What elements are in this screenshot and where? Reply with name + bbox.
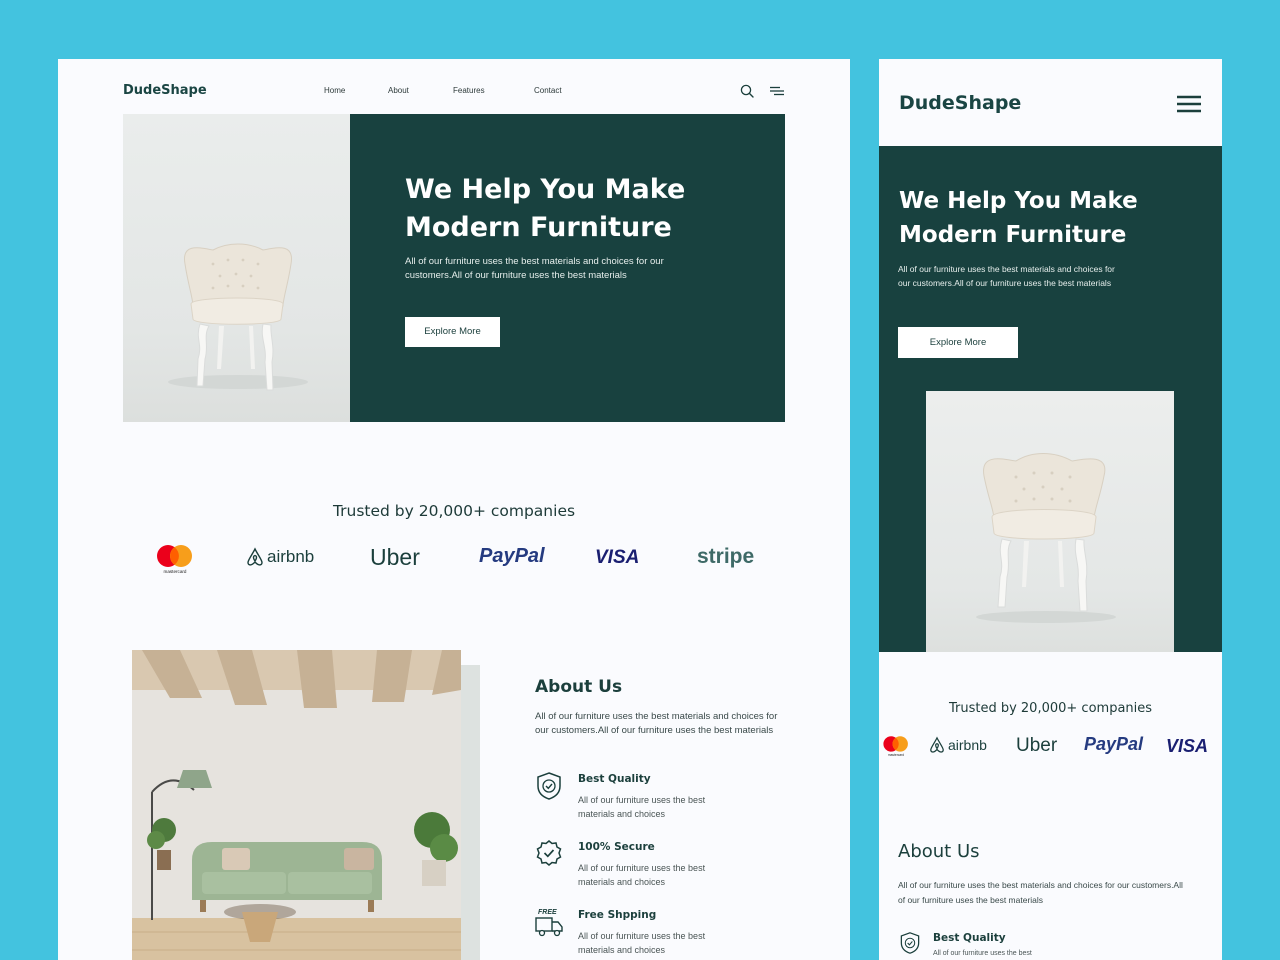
feature-secure: 100% Secure All of our furniture uses th…	[535, 839, 785, 889]
mobile-hero-chair-image	[926, 391, 1174, 652]
mobile-feature-title: Best Quality	[933, 932, 1006, 944]
hero-title: We Help You Make Modern Furniture	[405, 174, 686, 243]
feature-free-shipping: FREE Free Shpping All of our furniture u…	[535, 907, 785, 959]
partner-logos: mastercard airbnb Uber PayPal VISA strip…	[153, 542, 763, 582]
desktop-mockup: DudeShape Home About Features Contact We…	[58, 59, 850, 960]
site-logo[interactable]: DudeShape	[123, 83, 207, 98]
paypal-logo: PayPal	[1084, 734, 1144, 754]
desktop-navbar: DudeShape Home About Features Contact	[58, 59, 850, 114]
hero-text: All of our furniture uses the best mater…	[405, 256, 664, 281]
mastercard-logo: mastercard	[883, 736, 908, 757]
paypal-logo: PayPal	[479, 545, 545, 568]
shield-check-icon	[900, 932, 920, 954]
about-living-room-image	[132, 650, 461, 960]
feature-text: All of our furniture uses the best mater…	[578, 863, 706, 887]
mobile-mockup: DudeShape We Help You Make Modern Furnit…	[879, 59, 1222, 960]
airbnb-logo: airbnb	[246, 547, 314, 567]
trusted-heading: Trusted by 20,000+ companies	[332, 502, 576, 520]
stripe-logo: stripe	[697, 545, 755, 568]
visa-logo: VISA	[1166, 736, 1209, 756]
feature-text: All of our furniture uses the best mater…	[578, 931, 706, 955]
mobile-trusted-heading: Trusted by 20,000+ companies	[948, 701, 1153, 716]
nav-links: Home About Features Contact	[324, 86, 562, 95]
explore-more-button[interactable]: Explore More	[405, 317, 500, 347]
nav-link-contact[interactable]: Contact	[534, 86, 562, 95]
feature-title: Free Shpping	[578, 909, 657, 921]
feature-text: All of our furniture uses the best mater…	[578, 795, 706, 819]
airbnb-wordmark: airbnb	[267, 547, 315, 566]
uber-logo: Uber	[370, 544, 420, 570]
nav-link-features[interactable]: Features	[453, 86, 534, 95]
paypal-wordmark: PayPal	[479, 545, 545, 567]
mobile-site-logo[interactable]: DudeShape	[899, 92, 1021, 114]
about-text: All of our furniture uses the best mater…	[535, 711, 778, 736]
mastercard-wordmark: mastercard	[164, 569, 187, 574]
nav-link-about[interactable]: About	[388, 86, 453, 95]
airbnb-icon	[247, 547, 263, 566]
search-icon[interactable]	[740, 84, 754, 98]
visa-logo: VISA	[595, 547, 640, 568]
feature-title: Best Quality	[578, 773, 651, 785]
mobile-explore-more-button[interactable]: Explore More	[898, 327, 1018, 358]
shield-check-icon	[537, 772, 561, 800]
about-title: About Us	[535, 677, 623, 697]
airbnb-wordmark: airbnb	[948, 737, 987, 753]
menu-icon[interactable]	[770, 86, 784, 96]
uber-logo: Uber	[1016, 735, 1058, 756]
about-image-shadow	[461, 665, 480, 960]
mastercard-logo: mastercard	[157, 545, 192, 574]
mastercard-wordmark: mastercard	[888, 753, 904, 757]
free-label: FREE	[538, 909, 557, 916]
nav-link-home[interactable]: Home	[324, 86, 388, 95]
feature-best-quality: Best Quality All of our furniture uses t…	[535, 771, 785, 821]
mobile-hero-title: We Help You Make Modern Furniture	[899, 188, 1138, 248]
mobile-hero-panel: We Help You Make Modern Furniture All of…	[879, 146, 1222, 652]
mobile-partner-logos: mastercard airbnb Uber PayPal VISA	[879, 731, 1222, 761]
airbnb-logo: airbnb	[929, 736, 987, 754]
free-truck-icon: FREE	[535, 909, 563, 937]
feature-title: 100% Secure	[578, 841, 655, 853]
hero-panel: We Help You Make Modern Furniture All of…	[350, 114, 785, 422]
hamburger-menu-icon[interactable]	[1177, 95, 1201, 113]
mobile-about-title: About Us	[898, 841, 980, 862]
mobile-feature-text: All of our furniture uses the best	[933, 950, 1032, 957]
hero-chair-image	[123, 114, 350, 422]
airbnb-icon	[930, 736, 944, 753]
mobile-hero-text: All of our furniture uses the best mater…	[898, 264, 1115, 288]
badge-check-icon	[536, 840, 562, 866]
mobile-about-text: All of our furniture uses the best mater…	[898, 880, 1183, 905]
